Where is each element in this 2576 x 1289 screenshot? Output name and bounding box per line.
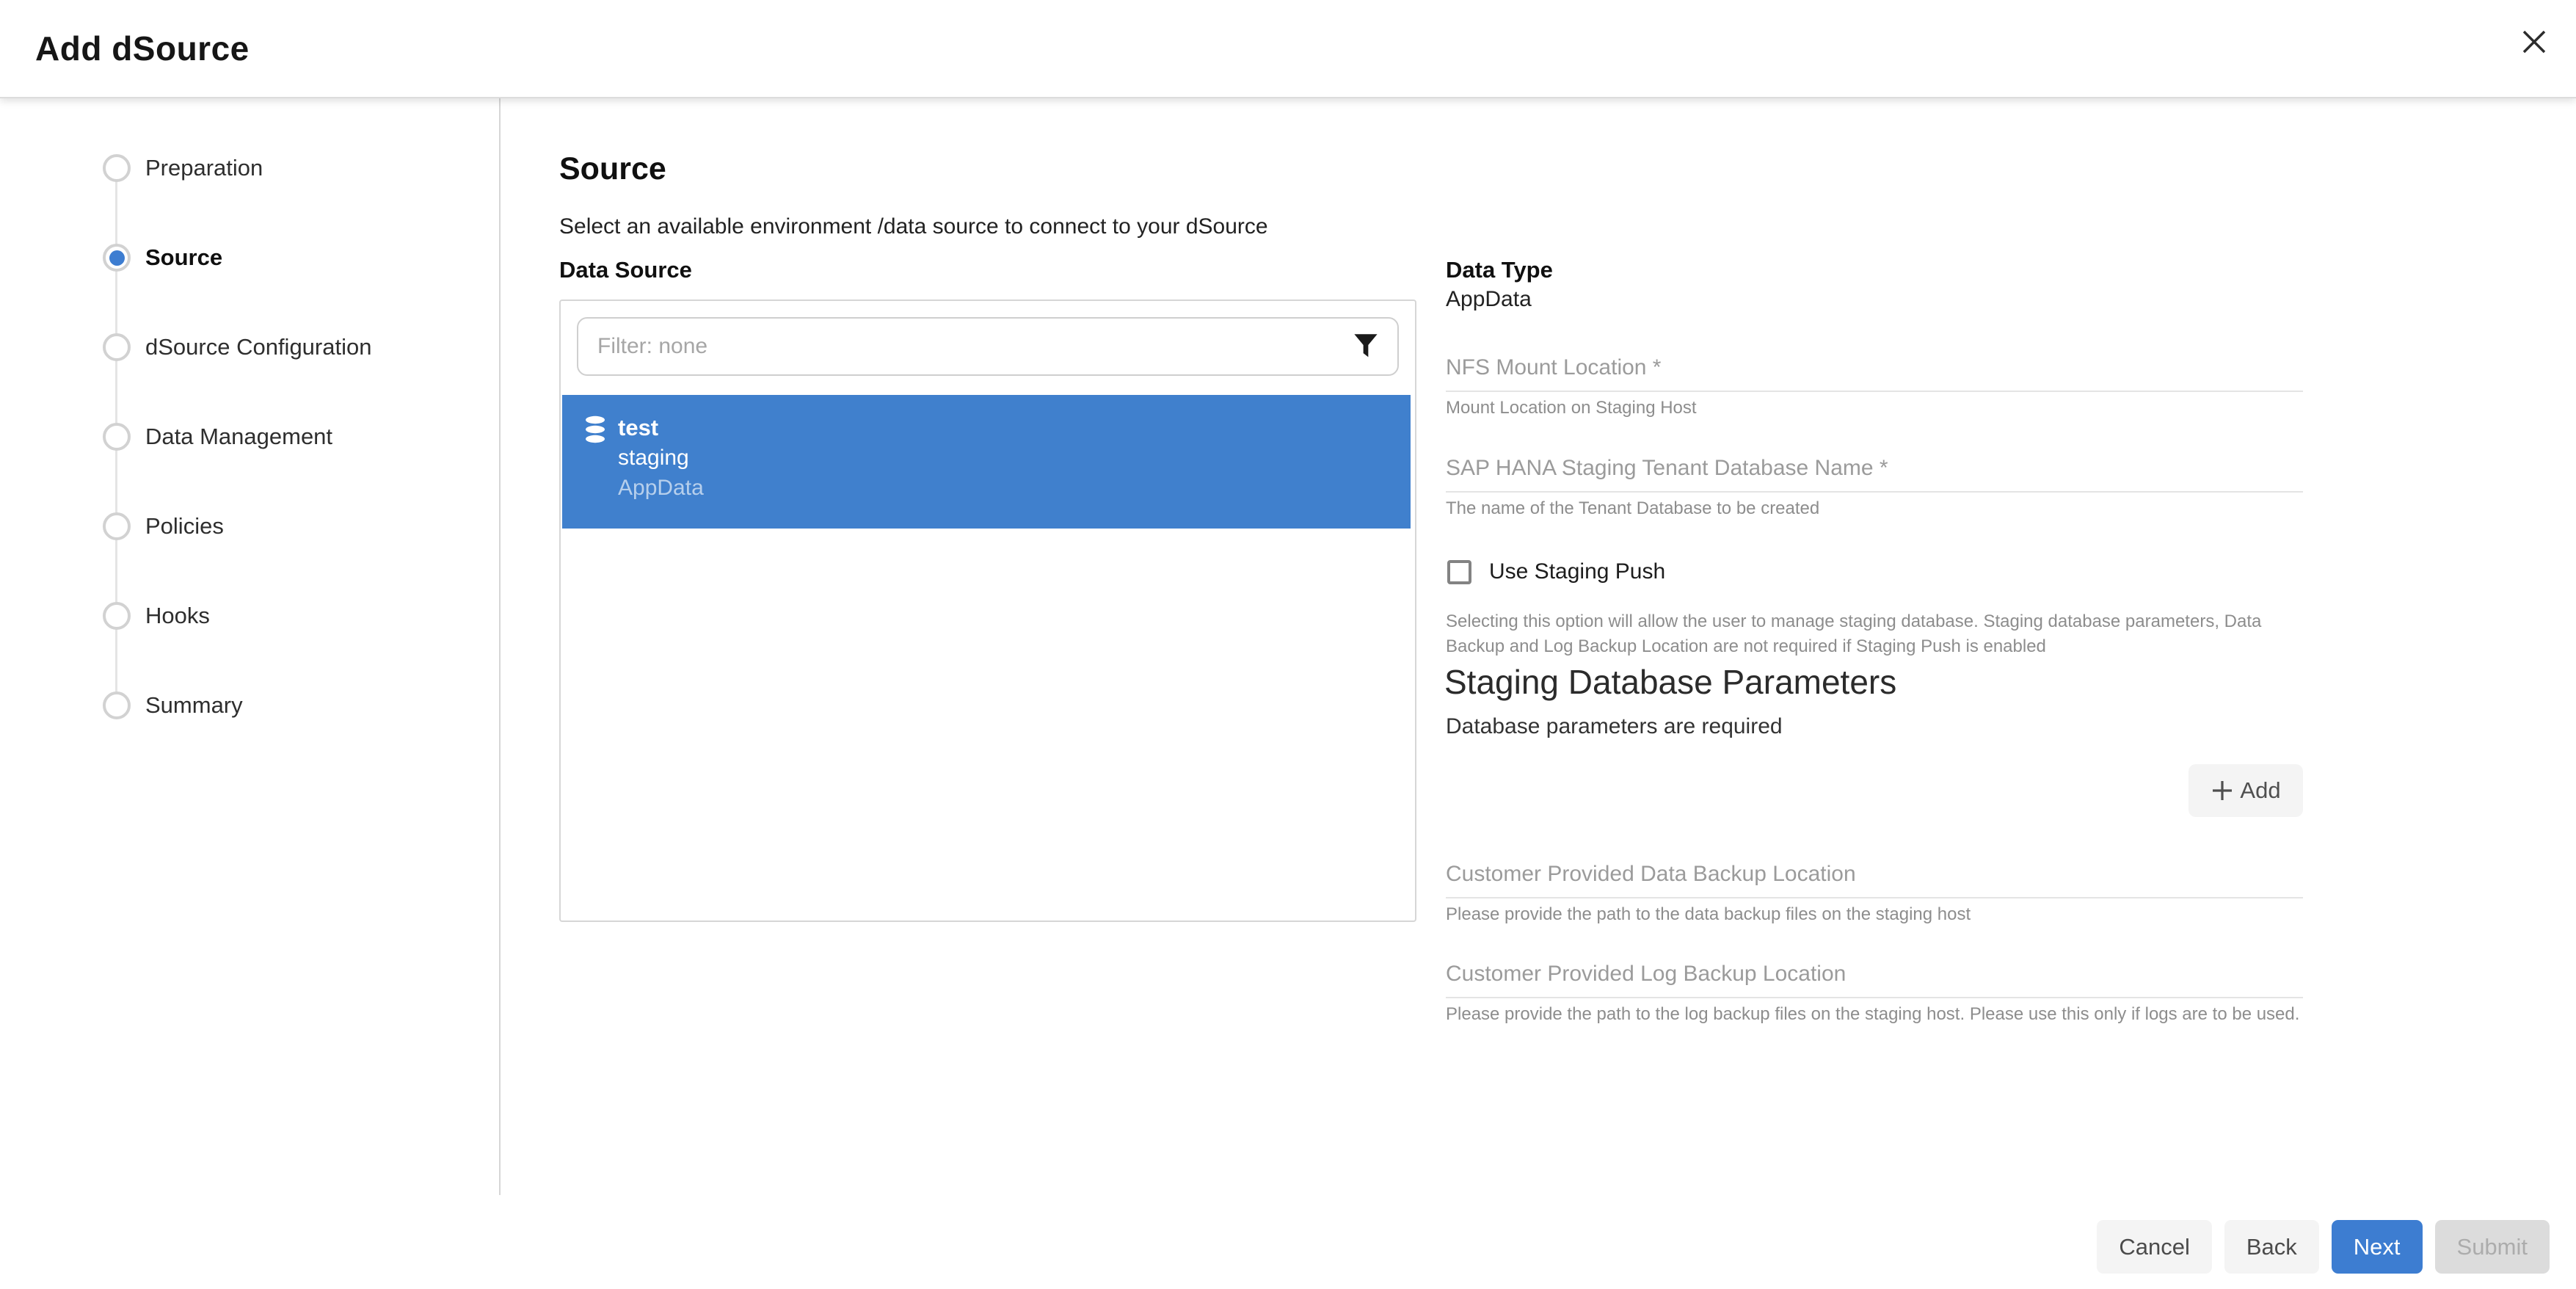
step-label: Source xyxy=(145,244,222,271)
add-button-label: Add xyxy=(2240,777,2280,804)
data-source-type: AppData xyxy=(618,473,704,503)
page-description: Select an available environment /data so… xyxy=(559,214,1268,239)
data-type-value: AppData xyxy=(1446,287,1532,312)
stepper-content-divider xyxy=(499,98,501,1195)
use-staging-push-row: Use Staging Push xyxy=(1447,559,1665,584)
data-source-item-text: test staging AppData xyxy=(618,413,704,503)
field-helper-text: Please provide the path to the data back… xyxy=(1446,904,2303,925)
page-title: Source xyxy=(559,151,666,187)
data-source-list-box: test staging AppData xyxy=(559,299,1416,922)
cancel-button[interactable]: Cancel xyxy=(2097,1220,2212,1274)
filter-funnel-icon xyxy=(1353,333,1378,360)
field-helper-text: Please provide the path to the log backu… xyxy=(1446,1004,2303,1025)
step-circle-icon xyxy=(103,333,131,361)
step-summary[interactable]: Summary xyxy=(103,691,243,719)
add-parameter-button[interactable]: Add xyxy=(2188,764,2303,817)
field-helper-text: Mount Location on Staging Host xyxy=(1446,398,2303,418)
wizard-stepper: Preparation Source dSource Configuration… xyxy=(0,97,499,1195)
data-source-label: Data Source xyxy=(559,257,692,283)
step-preparation[interactable]: Preparation xyxy=(103,154,263,182)
nfs-mount-location-input[interactable] xyxy=(1446,355,2303,392)
data-backup-location-input[interactable] xyxy=(1446,862,2303,898)
step-label: Summary xyxy=(145,692,243,719)
step-circle-icon xyxy=(103,512,131,540)
tenant-database-name-field: The name of the Tenant Database to be cr… xyxy=(1446,456,2303,519)
back-button[interactable]: Back xyxy=(2224,1220,2319,1274)
step-data-management[interactable]: Data Management xyxy=(103,423,332,451)
plus-icon xyxy=(2211,779,2234,802)
step-circle-icon xyxy=(103,423,131,451)
step-dsource-configuration[interactable]: dSource Configuration xyxy=(103,333,371,361)
step-circle-icon xyxy=(103,154,131,182)
add-dsource-dialog: Add dSource Preparation Source dSource C… xyxy=(0,0,2576,1289)
dialog-header: Add dSource xyxy=(0,0,2576,98)
step-circle-icon xyxy=(103,691,131,719)
use-staging-push-checkbox[interactable] xyxy=(1447,560,1471,584)
data-source-list-item-selected[interactable]: test staging AppData xyxy=(562,395,1411,529)
staging-push-description: Selecting this option will allow the use… xyxy=(1446,609,2297,659)
data-source-environment: staging xyxy=(618,443,704,473)
filter-input[interactable] xyxy=(577,317,1399,376)
step-policies[interactable]: Policies xyxy=(103,512,224,540)
filter-field xyxy=(577,317,1399,376)
data-type-label: Data Type xyxy=(1446,257,1553,283)
next-button[interactable]: Next xyxy=(2332,1220,2423,1274)
step-label: dSource Configuration xyxy=(145,334,371,360)
step-label: Policies xyxy=(145,513,224,540)
close-icon xyxy=(2519,27,2549,57)
step-label: Hooks xyxy=(145,603,210,629)
data-source-name: test xyxy=(618,413,704,443)
step-hooks[interactable]: Hooks xyxy=(103,602,210,630)
step-circle-icon xyxy=(103,602,131,630)
submit-button[interactable]: Submit xyxy=(2435,1220,2550,1274)
data-backup-location-field: Please provide the path to the data back… xyxy=(1446,862,2303,925)
footer-actions: Cancel Back Next Submit xyxy=(2097,1220,2550,1274)
field-helper-text: The name of the Tenant Database to be cr… xyxy=(1446,498,2303,519)
staging-parameters-subheading: Database parameters are required xyxy=(1446,714,1783,739)
dialog-title: Add dSource xyxy=(35,29,250,68)
close-button[interactable] xyxy=(2514,22,2554,62)
log-backup-location-input[interactable] xyxy=(1446,962,2303,998)
tenant-database-name-input[interactable] xyxy=(1446,456,2303,493)
step-circle-active-icon xyxy=(103,244,131,272)
step-label: Data Management xyxy=(145,424,332,450)
step-label: Preparation xyxy=(145,155,263,181)
staging-parameters-heading: Staging Database Parameters xyxy=(1444,662,1896,702)
nfs-mount-location-field: Mount Location on Staging Host xyxy=(1446,355,2303,418)
use-staging-push-label: Use Staging Push xyxy=(1489,559,1665,584)
step-source[interactable]: Source xyxy=(103,244,222,272)
database-icon xyxy=(584,415,606,443)
log-backup-location-field: Please provide the path to the log backu… xyxy=(1446,962,2303,1025)
